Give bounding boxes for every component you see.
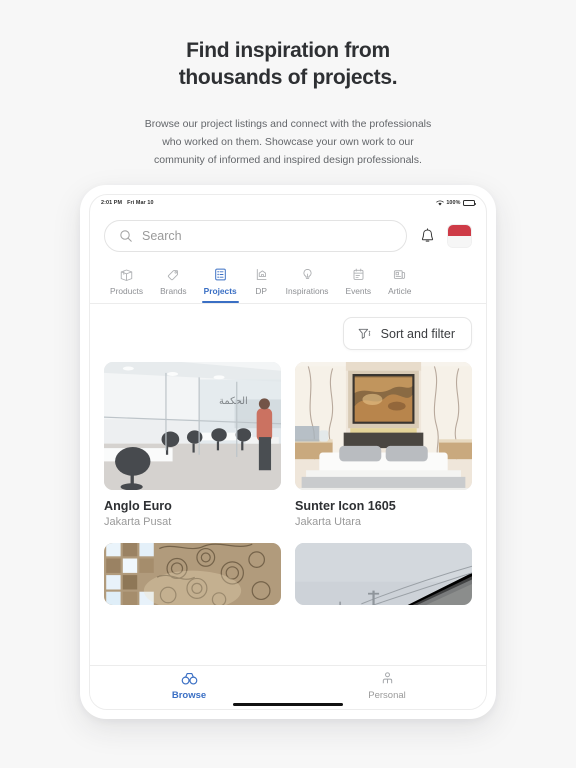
- tablet-screen: 2:01 PM Fri Mar 10 100% Search Products …: [89, 194, 487, 710]
- page-subtitle-line1: Browse our project listings and connect …: [144, 117, 432, 130]
- person-icon: [380, 671, 395, 686]
- project-thumbnail-luxury-bedroom-marble-wall-artwork[interactable]: [295, 362, 472, 490]
- projects-content: Sort and filter الحكمة Anglo Euro Jakart…: [90, 304, 486, 665]
- status-bar-right: 100%: [436, 200, 476, 206]
- tab-dp[interactable]: DP: [246, 264, 277, 303]
- tablet-mockup: 2:01 PM Fri Mar 10 100% Search Products …: [80, 185, 496, 719]
- page-title-line1: Find inspiration from: [186, 39, 390, 62]
- tab-label: Article: [388, 286, 412, 296]
- search-input[interactable]: Search: [104, 220, 407, 252]
- status-bar-left: 2:01 PM Fri Mar 10: [101, 200, 154, 206]
- project-card[interactable]: [295, 543, 472, 605]
- tab-label: Brands: [160, 286, 187, 296]
- project-card[interactable]: [104, 543, 281, 605]
- search-header: Search: [90, 211, 486, 262]
- battery-percent-label: 100%: [446, 200, 461, 206]
- bottom-navigation: Browse Personal: [90, 665, 486, 709]
- hero-section: Find inspiration from thousands of proje…: [0, 0, 576, 169]
- bottom-nav-label: Browse: [171, 689, 207, 701]
- project-card-meta: Anglo Euro Jakarta Pusat: [104, 499, 281, 532]
- calendar-icon: [351, 266, 366, 282]
- binoculars-icon: [181, 671, 198, 686]
- search-icon: [119, 229, 133, 243]
- bottom-nav-item-browse[interactable]: Browse: [90, 671, 288, 705]
- project-card[interactable]: الحكمة Anglo Euro Jakarta Pusat: [104, 362, 281, 532]
- page-subtitle-line3: community of informed and inspired desig…: [154, 153, 422, 166]
- tablet-frame: 2:01 PM Fri Mar 10 100% Search Products …: [80, 185, 496, 719]
- status-bar: 2:01 PM Fri Mar 10 100%: [90, 195, 486, 211]
- page-title: Find inspiration from thousands of proje…: [70, 38, 506, 92]
- page-subtitle-line2: who worked on them. Showcase your own wo…: [162, 135, 414, 148]
- wifi-icon: [436, 200, 444, 206]
- category-tabbar: Products Brands Projects DP Inspirations…: [90, 262, 486, 304]
- tab-label: Products: [110, 286, 144, 296]
- tab-label: Inspirations: [285, 286, 329, 296]
- project-thumbnail-patterned-wall-glowing-tiles[interactable]: [104, 543, 281, 605]
- search-placeholder-text: Search: [142, 229, 182, 243]
- tab-label: Events: [345, 286, 372, 296]
- newspaper-icon: [392, 266, 407, 282]
- project-title: Sunter Icon 1605: [295, 499, 396, 513]
- toolbar: Sort and filter: [104, 304, 472, 362]
- tag-icon: [166, 266, 181, 282]
- bottom-nav-label: Personal: [368, 689, 406, 701]
- page-subtitle: Browse our project listings and connect …: [70, 115, 506, 169]
- project-card-meta: Sunter Icon 1605 Jakarta Utara: [295, 499, 472, 532]
- battery-full-icon: [463, 200, 476, 206]
- tab-products[interactable]: Products: [102, 264, 151, 303]
- box-icon: [119, 266, 134, 282]
- bottom-nav-item-personal[interactable]: Personal: [288, 671, 486, 705]
- tab-label: Projects: [203, 286, 237, 296]
- tab-projects[interactable]: Projects: [196, 264, 245, 303]
- avatar[interactable]: [447, 224, 472, 248]
- project-location: Jakarta Utara: [295, 516, 362, 528]
- tab-events[interactable]: Events: [338, 264, 380, 303]
- project-location: Jakarta Pusat: [104, 516, 172, 528]
- avatar-flag-bottom: [448, 236, 471, 247]
- lightbulb-icon: [300, 266, 315, 282]
- status-date: Fri Mar 10: [127, 200, 154, 206]
- project-thumbnail-office-glass-partition-workstations[interactable]: الحكمة: [104, 362, 281, 490]
- tab-article[interactable]: Article: [380, 264, 419, 303]
- tab-inspirations[interactable]: Inspirations: [278, 264, 337, 303]
- notifications-button[interactable]: [418, 226, 436, 246]
- status-time: 2:01 PM: [101, 200, 123, 206]
- page-title-line2: thousands of projects.: [178, 65, 398, 89]
- projects-grid: الحكمة Anglo Euro Jakarta Pusat Sunter I…: [104, 362, 472, 605]
- project-card[interactable]: Sunter Icon 1605 Jakarta Utara: [295, 362, 472, 532]
- project-title: Anglo Euro: [104, 499, 172, 513]
- tab-label: DP: [255, 286, 267, 296]
- bell-icon: [420, 227, 435, 245]
- sort-and-filter-button[interactable]: Sort and filter: [342, 317, 472, 350]
- house-plan-icon: [254, 266, 269, 282]
- tab-brands[interactable]: Brands: [152, 264, 195, 303]
- home-indicator[interactable]: [233, 702, 343, 706]
- avatar-flag-top: [448, 225, 471, 236]
- sort-and-filter-label: Sort and filter: [380, 326, 455, 341]
- filter-sort-icon: [357, 326, 372, 341]
- project-thumbnail-gray-sky-rooftop-powerlines[interactable]: [295, 543, 472, 605]
- list-grid-icon: [213, 266, 228, 282]
